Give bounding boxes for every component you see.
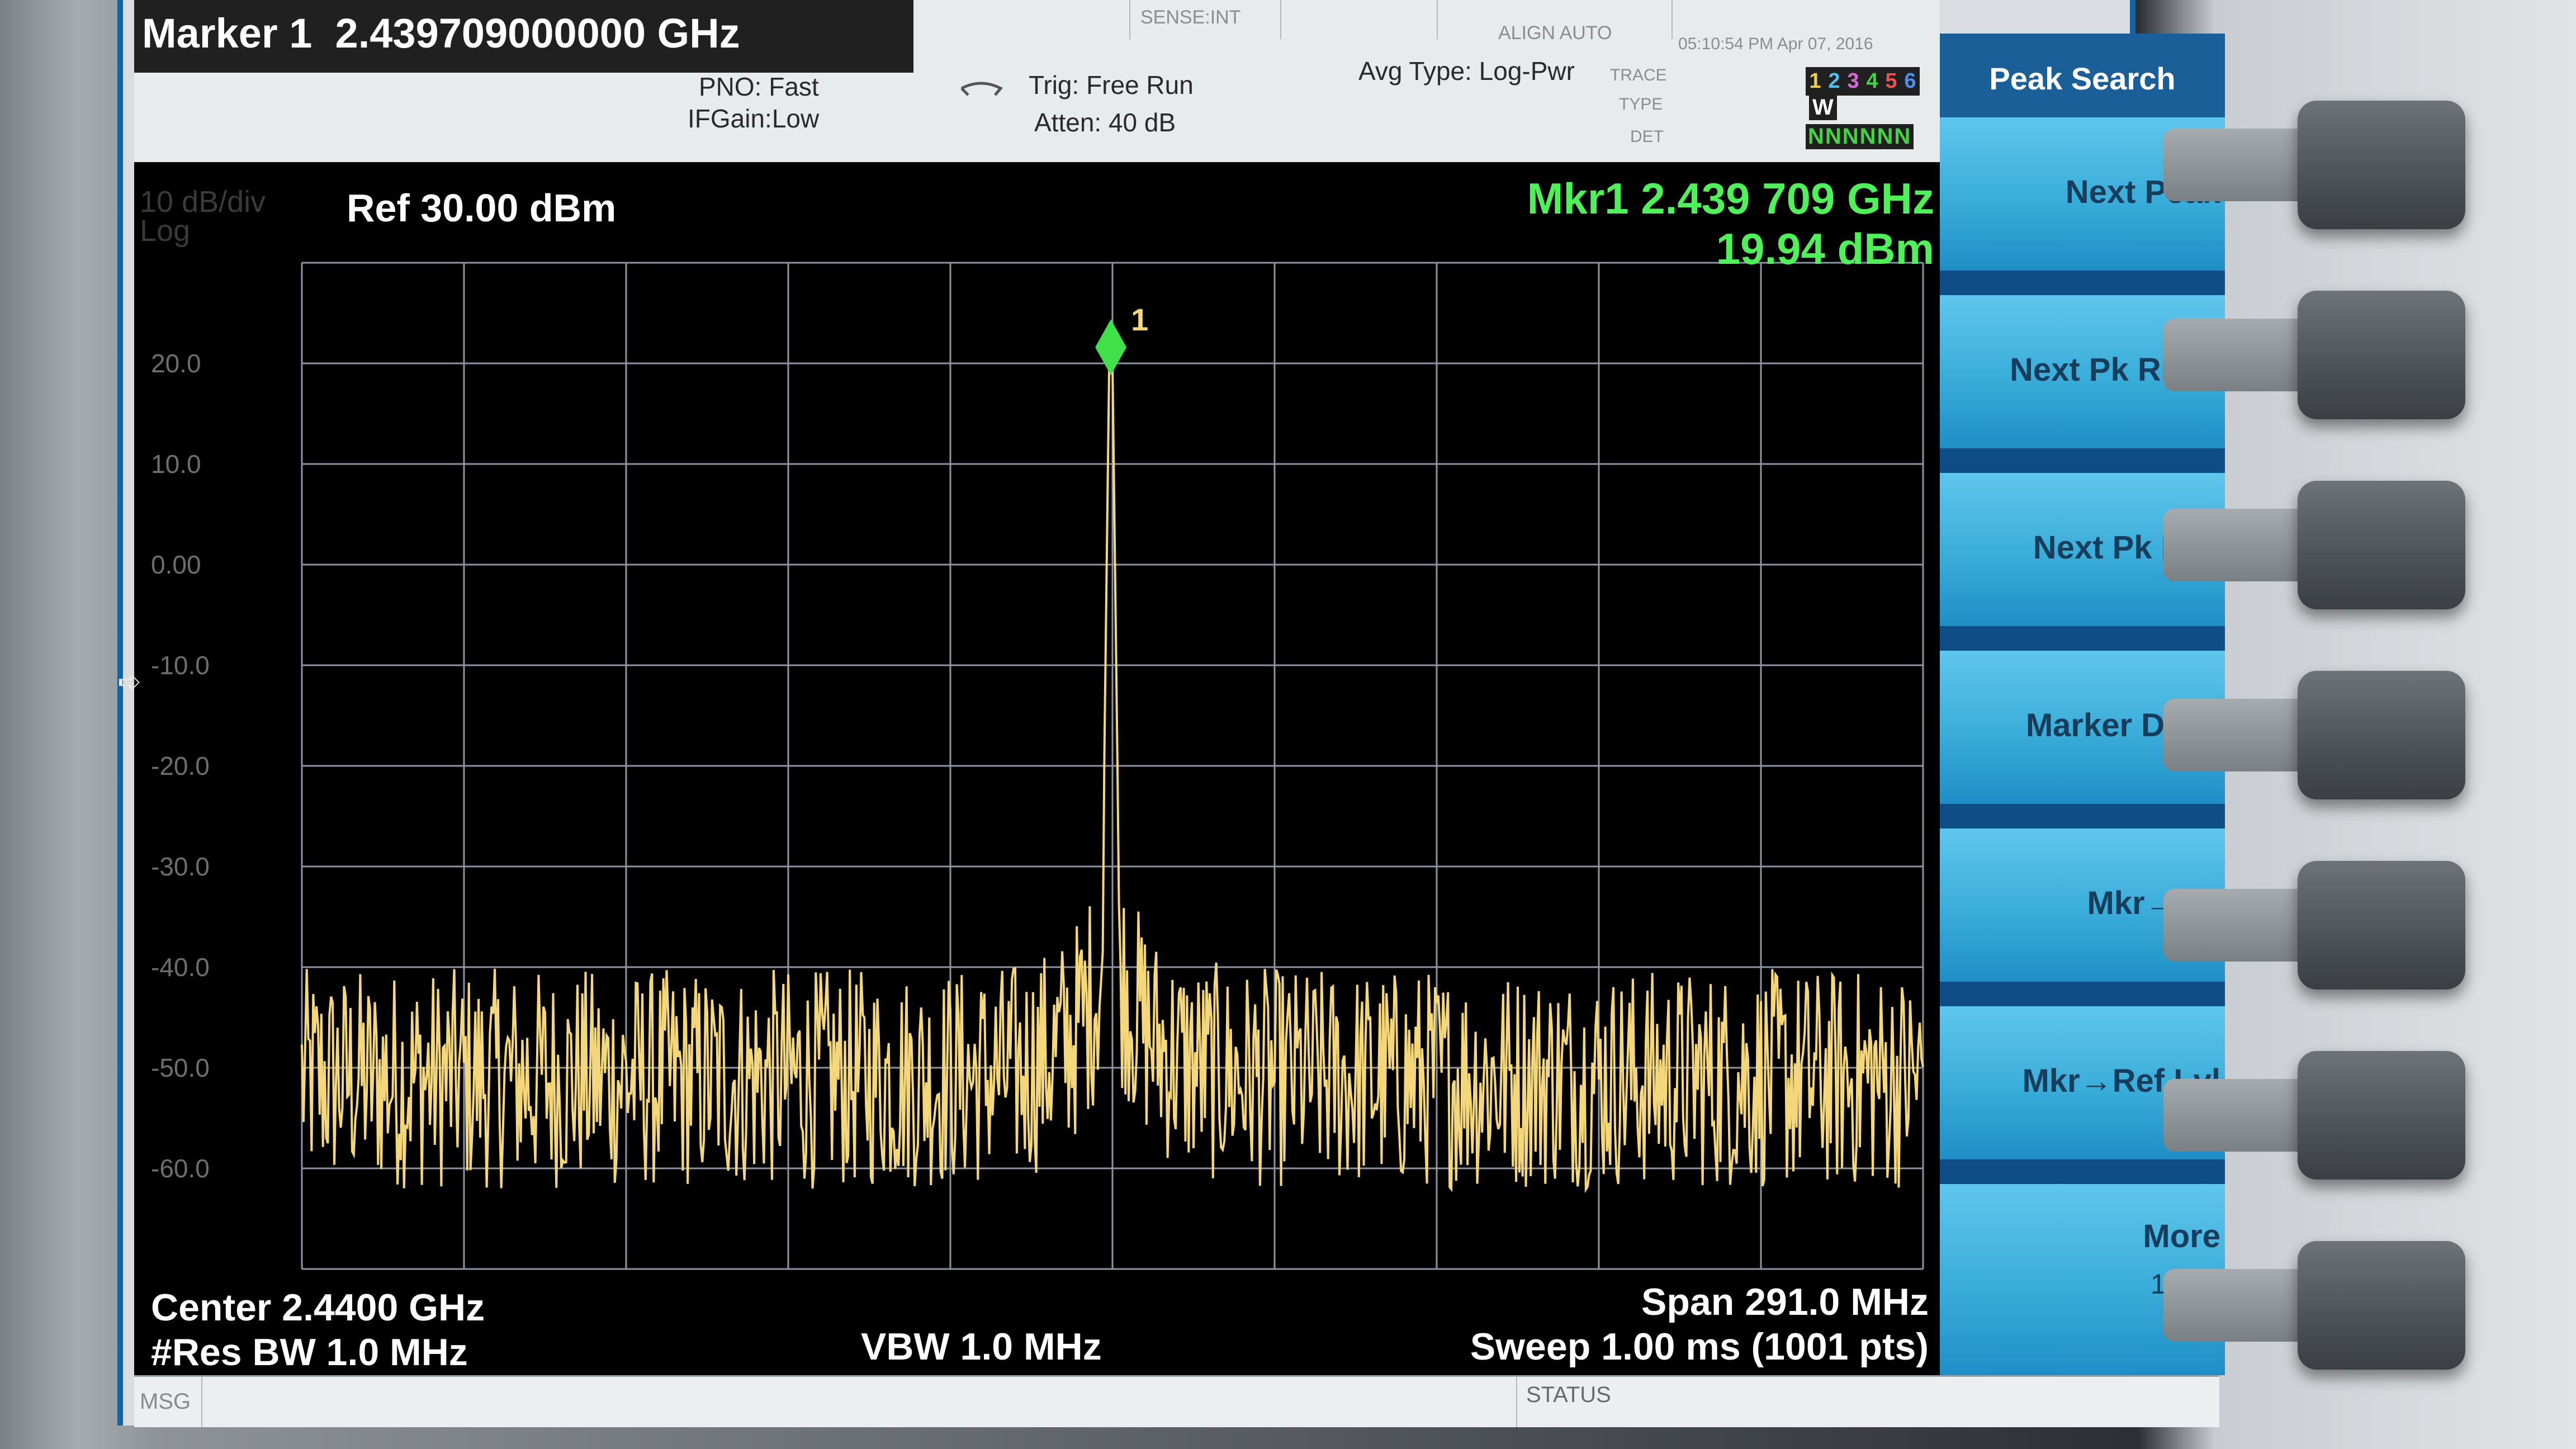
trace-label: TRACE [1610, 66, 1667, 84]
y-tick-label: 0.00 [151, 550, 201, 579]
status-label: STATUS [1526, 1382, 1611, 1407]
plot-area[interactable]: 20.0 10.0 0.00 -10.0 -20.0 -30.0 -40.0 -50.0 -60… [117, 162, 1940, 1375]
attenuation-setting: Atten: 40 dB [1034, 108, 1176, 137]
sweep-time: Sweep 1.00 ms (1001 pts) [1470, 1325, 1929, 1368]
hardware-softkey-6[interactable] [2298, 1051, 2465, 1180]
marker-1-label: 1 [1131, 302, 1148, 337]
hardware-softkey-1[interactable] [2298, 101, 2465, 229]
header-segment [906, 0, 1130, 39]
marker-title[interactable]: Marker 1 2.439709000000 GHz [134, 0, 913, 73]
hardware-key-bracket [2163, 1269, 2320, 1342]
trace-number-2[interactable]: 2 [1825, 69, 1844, 93]
hardware-softkey-3[interactable] [2298, 481, 2465, 609]
trace-number-3[interactable]: 3 [1844, 69, 1863, 93]
header-segment: 05:10:54 PM Apr 07, 2016 [1671, 0, 1940, 53]
trace-number-row[interactable]: 123456 [1806, 67, 1920, 96]
spectrum-graticule[interactable]: 20.0 10.0 0.00 -10.0 -20.0 -30.0 -40.0 -50.0 -60… [134, 162, 1940, 1375]
ifgain-setting: IFGain:Low [688, 104, 820, 133]
hardware-softkey-2[interactable] [2298, 291, 2465, 419]
type-label: TYPE [1619, 95, 1663, 113]
trace-number-5[interactable]: 5 [1882, 69, 1901, 93]
hardware-key-bracket [2163, 889, 2320, 962]
hardware-key-bracket [2163, 319, 2320, 391]
header-segment [1280, 0, 1438, 39]
detector-value: NNNNNN [1806, 124, 1914, 149]
hardware-key-bracket [2163, 699, 2320, 771]
msg-label: MSG [140, 1389, 191, 1414]
trace-number-6[interactable]: 6 [1901, 69, 1920, 93]
y-tick-label: -60.0 [151, 1154, 210, 1183]
reference-level: Ref 30.00 dBm [347, 186, 617, 230]
y-tick-label: 20.0 [151, 349, 201, 378]
datetime: 05:10:54 PM Apr 07, 2016 [1678, 35, 1873, 53]
header-segment: SENSE:INT [1129, 0, 1281, 39]
header-segment: ALIGN AUTO [1437, 0, 1673, 44]
y-tick-label: -50.0 [151, 1053, 210, 1082]
y-tick-label: -10.0 [151, 651, 210, 680]
trace-number-1[interactable]: 1 [1806, 69, 1825, 93]
avg-type-setting: Avg Type: Log-Pwr [1358, 56, 1575, 86]
softkey-menu-title-text: Peak Search [1989, 61, 2176, 96]
analyzer-screen: SENSE:INT ALIGN AUTO 05:10:54 PM Apr 07,… [117, 0, 2225, 1427]
sense-indicator: SENSE:INT [1140, 7, 1241, 28]
trigger-setting: Trig: Free Run [1029, 70, 1194, 100]
hardware-softkey-5[interactable] [2298, 861, 2465, 989]
center-frequency: Center 2.4400 GHz [151, 1286, 485, 1329]
video-bandwidth: VBW 1.0 MHz [861, 1325, 1102, 1368]
hardware-softkey-7[interactable] [2298, 1241, 2465, 1370]
marker-frequency-readout: Mkr1 2.439 709 GHz [1527, 174, 1934, 223]
resolution-bandwidth: #Res BW 1.0 MHz [151, 1331, 468, 1374]
hardware-key-bracket [2163, 1079, 2320, 1152]
trigger-cycle-icon [960, 82, 1003, 96]
span: Span 291.0 MHz [1641, 1281, 1929, 1323]
trace-type-value: W [1809, 95, 1837, 120]
hardware-key-bracket [2163, 509, 2320, 581]
trace-number-4[interactable]: 4 [1863, 69, 1882, 93]
scale-type: Log [140, 214, 191, 248]
hardware-key-bracket [2163, 129, 2320, 201]
align-indicator: ALIGN AUTO [1498, 22, 1612, 44]
marker-amplitude-readout: 19.94 dBm [1716, 224, 1934, 273]
marker-1-diamond [1095, 319, 1127, 376]
message-field [201, 1377, 1517, 1427]
det-label: DET [1630, 127, 1664, 146]
status-header: SENSE:INT ALIGN AUTO 05:10:54 PM Apr 07,… [134, 0, 1940, 162]
y-tick-label: -20.0 [151, 751, 210, 780]
reference-arrow-icon: ➪ [117, 666, 142, 698]
pno-setting: PNO: Fast [699, 72, 819, 101]
y-tick-label: 10.0 [151, 449, 201, 479]
message-bar: MSG STATUS [134, 1375, 2219, 1427]
hardware-softkey-4[interactable] [2298, 671, 2465, 799]
y-tick-label: -30.0 [151, 852, 210, 881]
softkey-label: More [2143, 1218, 2220, 1254]
y-tick-label: -40.0 [151, 953, 210, 982]
softkey-menu-title: Peak Search [1940, 34, 2225, 117]
